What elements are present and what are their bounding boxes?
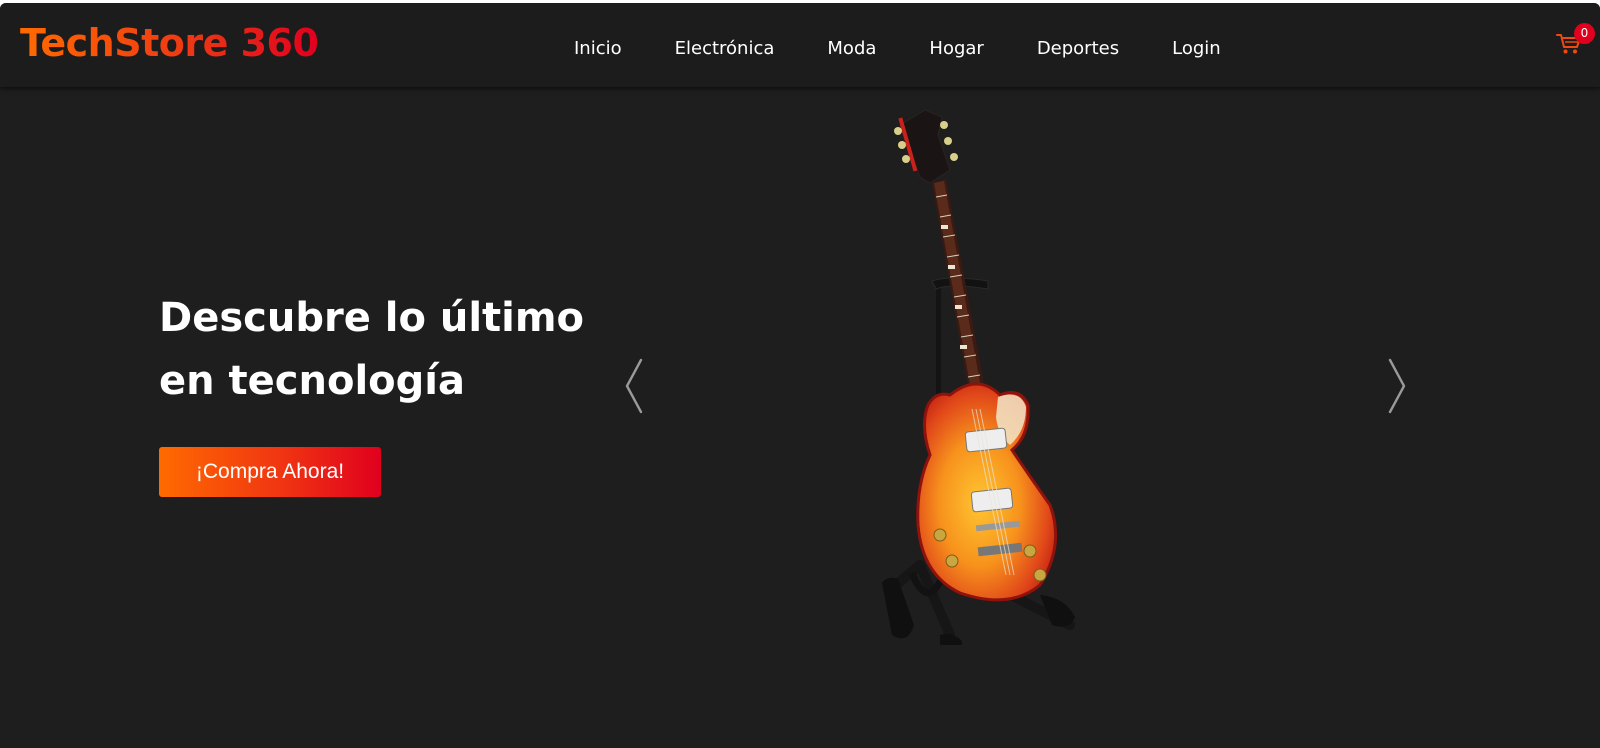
guitar-headstock bbox=[894, 109, 958, 184]
chevron-left-icon bbox=[625, 358, 643, 414]
page: TechStore 360 Inicio Electrónica Moda Ho… bbox=[0, 0, 1600, 748]
chevron-right-icon bbox=[1388, 358, 1406, 414]
product-image-guitar bbox=[882, 109, 1075, 645]
hero-title: Descubre lo último en tecnología bbox=[159, 287, 599, 413]
nav-item-hogar[interactable]: Hogar bbox=[929, 38, 983, 59]
cart-button[interactable]: 0 bbox=[1556, 21, 1596, 61]
main-nav: Inicio Electrónica Moda Hogar Deportes L… bbox=[574, 33, 1221, 63]
hero-title-line-2: en tecnología bbox=[159, 358, 465, 404]
nav-item-login[interactable]: Login bbox=[1172, 38, 1221, 59]
nav-item-moda[interactable]: Moda bbox=[827, 38, 876, 59]
hero-title-line-1: Descubre lo último bbox=[159, 295, 585, 341]
carousel-next-button[interactable] bbox=[1384, 357, 1410, 415]
browser-viewport: TechStore 360 Inicio Electrónica Moda Ho… bbox=[0, 3, 1600, 748]
carousel-prev-button[interactable] bbox=[621, 357, 647, 415]
brand-logo[interactable]: TechStore 360 bbox=[20, 19, 319, 67]
hero-carousel: Descubre lo último en tecnología ¡Compra… bbox=[0, 87, 1600, 748]
nav-item-inicio[interactable]: Inicio bbox=[574, 38, 622, 59]
navbar: TechStore 360 Inicio Electrónica Moda Ho… bbox=[0, 3, 1600, 87]
buy-now-button[interactable]: ¡Compra Ahora! bbox=[159, 447, 381, 497]
guitar-body bbox=[916, 382, 1058, 602]
nav-item-deportes[interactable]: Deportes bbox=[1037, 38, 1119, 59]
nav-item-electronica[interactable]: Electrónica bbox=[675, 38, 775, 59]
cart-count-badge: 0 bbox=[1574, 23, 1595, 44]
